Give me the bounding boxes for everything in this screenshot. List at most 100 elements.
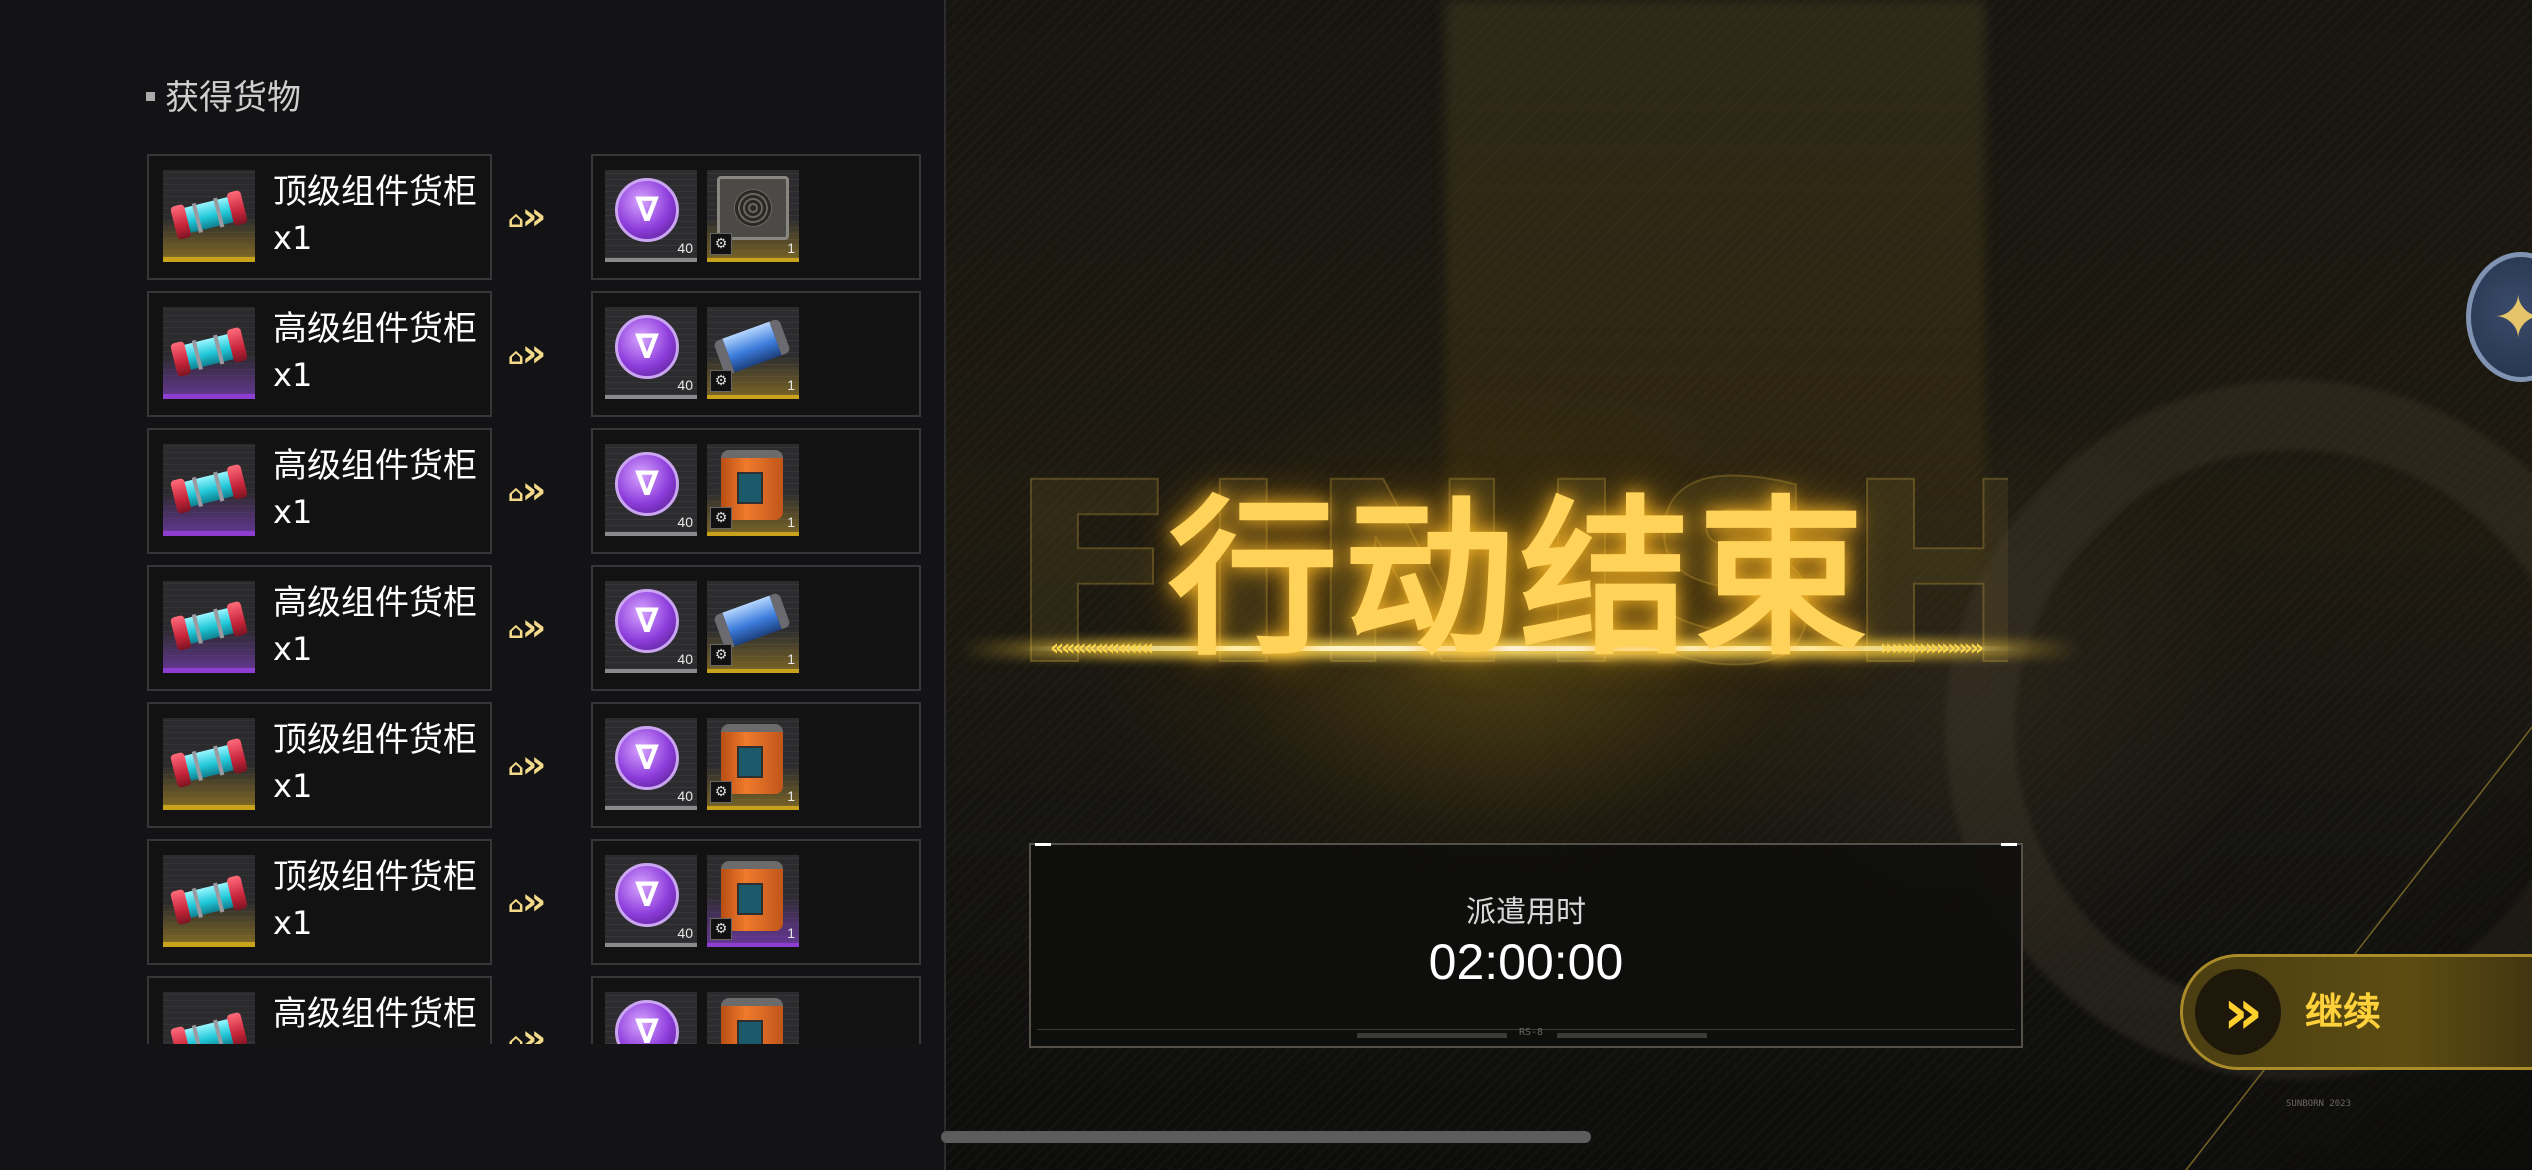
cargo-capsule-icon <box>169 737 249 789</box>
reward-slot[interactable]: ⚙ 1 <box>707 581 799 673</box>
corner-mark <box>1035 843 1051 846</box>
gear-badge-icon: ⚙ <box>710 918 732 940</box>
cargo-heading: 获得货物 <box>146 70 301 119</box>
unlock-arrow-icon: ⌂» <box>508 879 546 923</box>
cargo-reward-card[interactable]: ∇ 40 ⚙ 1 <box>591 839 921 965</box>
purple-token-icon: ∇ <box>615 452 679 516</box>
cargo-source-card[interactable]: 高级组件货柜 x1 <box>147 565 492 691</box>
cargo-row: 高级组件货柜 x1 ⌂» ∇ 40 ⚙ 1 <box>0 291 946 417</box>
cargo-name: 顶级组件货柜 <box>273 720 477 760</box>
cargo-capsule-icon <box>169 189 249 241</box>
double-chevron-icon: » <box>2195 969 2281 1055</box>
cargo-container-slot <box>163 855 255 947</box>
cargo-quantity: x1 <box>273 767 313 805</box>
continue-label: 继续 <box>2305 990 2382 1034</box>
cargo-reward-card[interactable]: ∇ ⚙ <box>591 976 921 1044</box>
mission-complete-title: 行动结束 <box>1167 481 1872 679</box>
reward-count: 40 <box>677 240 693 256</box>
cargo-row: 高级组件货柜 ⌂» ∇ ⚙ <box>0 976 946 1044</box>
footer-bar <box>1357 1033 1507 1038</box>
cargo-name: 顶级组件货柜 <box>273 172 477 212</box>
right-chevron-decoration: »»»»»»»»» <box>1880 636 1984 661</box>
reward-slot[interactable]: ∇ 40 <box>605 170 697 262</box>
cargo-capsule-icon <box>169 1011 249 1044</box>
unlock-arrow-icon: ⌂» <box>508 742 546 786</box>
cargo-container-slot <box>163 718 255 810</box>
cargo-row: 顶级组件货柜 x1 ⌂» ∇ 40 ⚙ 1 <box>0 839 946 965</box>
cargo-capsule-icon <box>169 463 249 515</box>
reward-slot[interactable]: ∇ 40 <box>605 307 697 399</box>
cargo-reward-card[interactable]: ∇ 40 ⚙ 1 <box>591 428 921 554</box>
cargo-container-slot <box>163 444 255 536</box>
cargo-capsule-icon <box>169 326 249 378</box>
unlock-arrow-icon: ⌂» <box>508 1016 546 1044</box>
gear-badge-icon: ⚙ <box>710 781 732 803</box>
blue-canister-icon <box>712 592 792 650</box>
cargo-quantity: x1 <box>273 630 313 668</box>
cargo-name: 顶级组件货柜 <box>273 857 477 897</box>
cargo-name: 高级组件货柜 <box>273 994 477 1034</box>
reward-slot[interactable]: ∇ 40 <box>605 444 697 536</box>
reward-count: 1 <box>787 514 795 530</box>
reward-slot[interactable]: ∇ 40 <box>605 581 697 673</box>
reward-slot[interactable]: ⚙ 1 <box>707 855 799 947</box>
reward-count: 1 <box>787 925 795 941</box>
cargo-source-card[interactable]: 顶级组件货柜 x1 <box>147 154 492 280</box>
cargo-name: 高级组件货柜 <box>273 583 477 623</box>
unlock-arrow-icon: ⌂» <box>508 468 546 512</box>
purple-token-icon: ∇ <box>615 315 679 379</box>
cargo-reward-card[interactable]: ∇ 40 ⚙ 1 <box>591 291 921 417</box>
cargo-row: 顶级组件货柜 x1 ⌂» ∇ 40 ⚙ 1 <box>0 702 946 828</box>
continue-button[interactable]: » 继续 <box>2180 954 2532 1070</box>
left-chevron-decoration: ««««««««« <box>1050 636 1154 661</box>
cargo-panel: 获得货物 顶级组件货柜 x1 ⌂» ∇ 40 ⚙ 1 高级组件货柜 x1 ⌂ »… <box>0 0 946 1170</box>
cargo-reward-card[interactable]: ∇ 40 ⚙ 1 <box>591 702 921 828</box>
reward-slot[interactable]: ∇ 40 <box>605 855 697 947</box>
reward-count: 1 <box>787 788 795 804</box>
reward-slot[interactable]: ⚙ 1 <box>707 444 799 536</box>
reward-slot[interactable]: ∇ <box>605 992 697 1044</box>
cargo-heading-text: 获得货物 <box>165 78 301 118</box>
dispatch-time-label: 派遣用时 <box>1466 895 1586 930</box>
reward-slot[interactable]: ⚙ <box>707 992 799 1044</box>
reward-slot[interactable]: ⚙ 1 <box>707 170 799 262</box>
reward-slot[interactable]: ⚙ 1 <box>707 718 799 810</box>
cargo-source-card[interactable]: 高级组件货柜 x1 <box>147 428 492 554</box>
unlock-arrow-icon: ⌂» <box>508 194 546 238</box>
cargo-source-card[interactable]: 顶级组件货柜 x1 <box>147 702 492 828</box>
cargo-container-slot <box>163 307 255 399</box>
corner-mark <box>2001 843 2017 846</box>
cargo-source-card[interactable]: 高级组件货柜 x1 <box>147 291 492 417</box>
cargo-quantity: x1 <box>273 493 313 531</box>
reward-count: 1 <box>787 377 795 393</box>
cargo-name: 高级组件货柜 <box>273 446 477 486</box>
reward-count: 40 <box>677 514 693 530</box>
footer-bar <box>1557 1033 1707 1038</box>
gear-badge-icon: ⚙ <box>710 644 732 666</box>
purple-token-icon: ∇ <box>615 589 679 653</box>
cargo-list[interactable]: 顶级组件货柜 x1 ⌂» ∇ 40 ⚙ 1 高级组件货柜 x1 ⌂ » ∇ 40… <box>0 154 946 1044</box>
purple-token-icon: ∇ <box>615 178 679 242</box>
circuit-device-icon <box>717 176 789 240</box>
cargo-reward-card[interactable]: ∇ 40 ⚙ 1 <box>591 565 921 691</box>
panel-footer: RS-8 <box>1037 1027 2015 1040</box>
cargo-row: 顶级组件货柜 x1 ⌂» ∇ 40 ⚙ 1 <box>0 154 946 280</box>
cargo-row: 高级组件货柜 x1 ⌂» ∇ 40 ⚙ 1 <box>0 428 946 554</box>
reward-count: 40 <box>677 925 693 941</box>
cargo-name: 高级组件货柜 <box>273 309 477 349</box>
home-indicator[interactable] <box>941 1131 1591 1143</box>
cargo-source-card[interactable]: 顶级组件货柜 x1 <box>147 839 492 965</box>
reward-count: 40 <box>677 788 693 804</box>
reward-count: 40 <box>677 377 693 393</box>
purple-token-icon: ∇ <box>615 726 679 790</box>
cargo-capsule-icon <box>169 600 249 652</box>
copyright-text: SUNBORN 2023 <box>2286 1099 2352 1109</box>
cargo-reward-card[interactable]: ∇ 40 ⚙ 1 <box>591 154 921 280</box>
reward-slot[interactable]: ∇ 40 <box>605 718 697 810</box>
cargo-source-card[interactable]: 高级组件货柜 <box>147 976 492 1044</box>
reward-slot[interactable]: ⚙ 1 <box>707 307 799 399</box>
cargo-row: 高级组件货柜 x1 ⌂» ∇ 40 ⚙ 1 <box>0 565 946 691</box>
cargo-container-slot <box>163 170 255 262</box>
cargo-container-slot <box>163 581 255 673</box>
bird-emblem-icon: ✦ <box>2493 283 2532 353</box>
